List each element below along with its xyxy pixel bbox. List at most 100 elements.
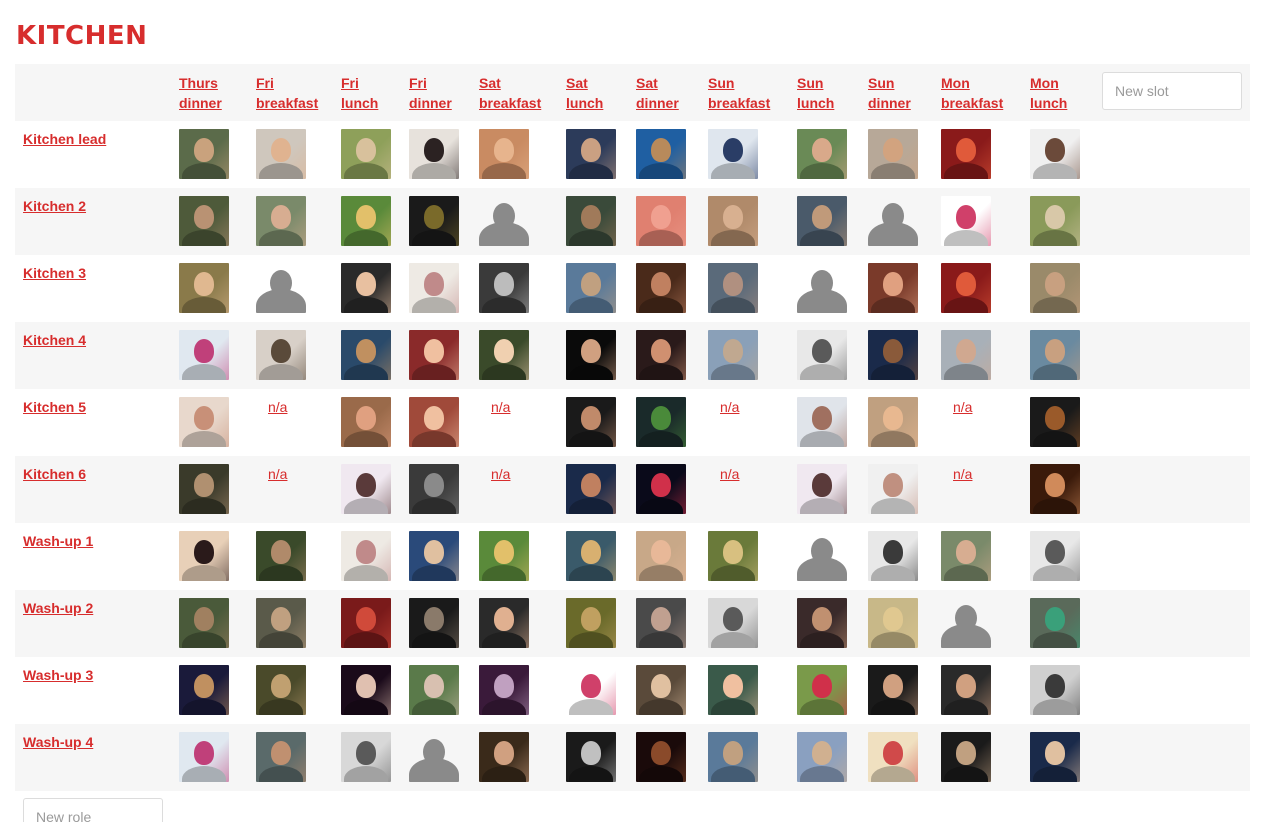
volunteer-avatar[interactable] [708, 330, 758, 380]
slot-header[interactable]: Fri breakfast [256, 73, 318, 113]
volunteer-avatar[interactable] [566, 665, 616, 715]
na-link[interactable]: n/a [720, 399, 739, 415]
na-link[interactable]: n/a [953, 399, 972, 415]
volunteer-avatar[interactable] [797, 598, 847, 648]
volunteer-avatar[interactable] [341, 330, 391, 380]
volunteer-avatar[interactable] [941, 263, 991, 313]
volunteer-avatar[interactable] [409, 464, 459, 514]
volunteer-avatar[interactable] [868, 464, 918, 514]
volunteer-avatar[interactable] [341, 129, 391, 179]
empty-avatar-icon[interactable] [941, 598, 991, 648]
volunteer-avatar[interactable] [409, 665, 459, 715]
volunteer-avatar[interactable] [179, 464, 229, 514]
empty-avatar-icon[interactable] [409, 732, 459, 782]
volunteer-avatar[interactable] [566, 129, 616, 179]
volunteer-avatar[interactable] [179, 263, 229, 313]
volunteer-avatar[interactable] [868, 732, 918, 782]
volunteer-avatar[interactable] [341, 665, 391, 715]
empty-avatar-icon[interactable] [797, 531, 847, 581]
volunteer-avatar[interactable] [941, 665, 991, 715]
volunteer-avatar[interactable] [179, 129, 229, 179]
volunteer-avatar[interactable] [479, 263, 529, 313]
volunteer-avatar[interactable] [179, 397, 229, 447]
volunteer-avatar[interactable] [941, 732, 991, 782]
volunteer-avatar[interactable] [797, 464, 847, 514]
volunteer-avatar[interactable] [708, 531, 758, 581]
volunteer-avatar[interactable] [479, 330, 529, 380]
volunteer-avatar[interactable] [479, 732, 529, 782]
slot-header[interactable]: Thurs dinner [179, 73, 222, 113]
volunteer-avatar[interactable] [941, 129, 991, 179]
slot-header[interactable]: Mon breakfast [941, 73, 1003, 113]
new-slot-input[interactable] [1102, 72, 1242, 110]
empty-avatar-icon[interactable] [256, 263, 306, 313]
volunteer-avatar[interactable] [868, 129, 918, 179]
volunteer-avatar[interactable] [708, 665, 758, 715]
volunteer-avatar[interactable] [636, 464, 686, 514]
volunteer-avatar[interactable] [941, 531, 991, 581]
volunteer-avatar[interactable] [868, 397, 918, 447]
volunteer-avatar[interactable] [708, 196, 758, 246]
volunteer-avatar[interactable] [341, 598, 391, 648]
volunteer-avatar[interactable] [868, 598, 918, 648]
volunteer-avatar[interactable] [566, 598, 616, 648]
volunteer-avatar[interactable] [341, 531, 391, 581]
slot-header[interactable]: Sat dinner [636, 73, 679, 113]
na-link[interactable]: n/a [268, 399, 287, 415]
volunteer-avatar[interactable] [797, 330, 847, 380]
volunteer-avatar[interactable] [256, 665, 306, 715]
role-link[interactable]: Kitchen lead [23, 131, 106, 147]
volunteer-avatar[interactable] [179, 665, 229, 715]
volunteer-avatar[interactable] [409, 196, 459, 246]
volunteer-avatar[interactable] [409, 397, 459, 447]
volunteer-avatar[interactable] [941, 196, 991, 246]
volunteer-avatar[interactable] [566, 531, 616, 581]
role-link[interactable]: Kitchen 2 [23, 198, 86, 214]
volunteer-avatar[interactable] [636, 196, 686, 246]
volunteer-avatar[interactable] [797, 397, 847, 447]
volunteer-avatar[interactable] [1030, 464, 1080, 514]
role-link[interactable]: Wash-up 4 [23, 734, 93, 750]
empty-avatar-icon[interactable] [797, 263, 847, 313]
slot-header[interactable]: Fri dinner [409, 73, 452, 113]
na-link[interactable]: n/a [491, 466, 510, 482]
volunteer-avatar[interactable] [636, 263, 686, 313]
volunteer-avatar[interactable] [566, 397, 616, 447]
volunteer-avatar[interactable] [479, 665, 529, 715]
volunteer-avatar[interactable] [566, 464, 616, 514]
empty-avatar-icon[interactable] [479, 196, 529, 246]
volunteer-avatar[interactable] [566, 263, 616, 313]
volunteer-avatar[interactable] [708, 129, 758, 179]
volunteer-avatar[interactable] [797, 196, 847, 246]
volunteer-avatar[interactable] [1030, 732, 1080, 782]
volunteer-avatar[interactable] [941, 330, 991, 380]
volunteer-avatar[interactable] [409, 330, 459, 380]
empty-avatar-icon[interactable] [868, 196, 918, 246]
role-link[interactable]: Wash-up 3 [23, 667, 93, 683]
volunteer-avatar[interactable] [341, 732, 391, 782]
role-link[interactable]: Kitchen 4 [23, 332, 86, 348]
volunteer-avatar[interactable] [1030, 665, 1080, 715]
role-link[interactable]: Wash-up 2 [23, 600, 93, 616]
role-link[interactable]: Kitchen 5 [23, 399, 86, 415]
volunteer-avatar[interactable] [256, 196, 306, 246]
volunteer-avatar[interactable] [341, 397, 391, 447]
volunteer-avatar[interactable] [1030, 263, 1080, 313]
volunteer-avatar[interactable] [179, 598, 229, 648]
slot-header[interactable]: Mon lunch [1030, 73, 1067, 113]
volunteer-avatar[interactable] [409, 129, 459, 179]
volunteer-avatar[interactable] [256, 732, 306, 782]
slot-header[interactable]: Sun lunch [797, 73, 834, 113]
volunteer-avatar[interactable] [179, 531, 229, 581]
volunteer-avatar[interactable] [797, 732, 847, 782]
volunteer-avatar[interactable] [636, 397, 686, 447]
volunteer-avatar[interactable] [256, 129, 306, 179]
volunteer-avatar[interactable] [868, 531, 918, 581]
volunteer-avatar[interactable] [636, 665, 686, 715]
volunteer-avatar[interactable] [708, 732, 758, 782]
slot-header[interactable]: Sun breakfast [708, 73, 770, 113]
volunteer-avatar[interactable] [179, 330, 229, 380]
volunteer-avatar[interactable] [409, 531, 459, 581]
volunteer-avatar[interactable] [409, 263, 459, 313]
volunteer-avatar[interactable] [708, 598, 758, 648]
